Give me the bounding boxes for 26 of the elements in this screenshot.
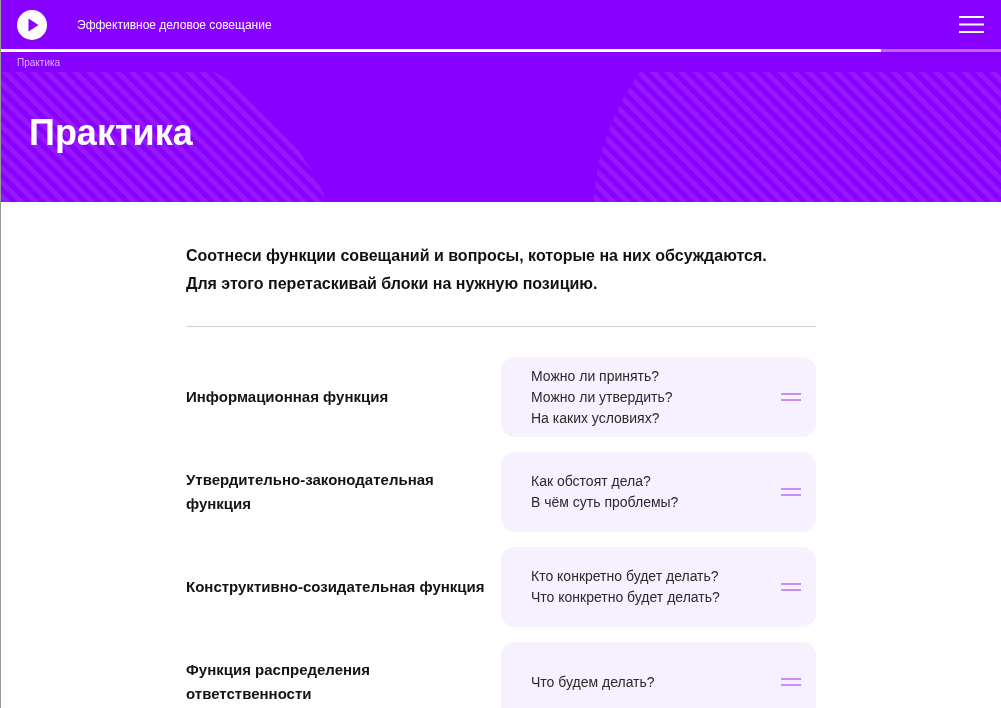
- function-label: Информационная функция: [186, 387, 390, 407]
- instructions-text: Соотнеси функции совещаний и вопросы, которые на них обсуждаются. Для этого перетаскивай блоки на нужную позицию.: [186, 246, 768, 294]
- question-text: Что будем делать?: [531, 672, 656, 692]
- play-icon[interactable]: [17, 9, 47, 40]
- drag-handle-icon[interactable]: [781, 488, 801, 496]
- question-text: Можно ли утвердить?: [531, 387, 674, 407]
- course-title: Эффективное деловое совещание: [77, 17, 273, 32]
- menu-icon[interactable]: [959, 15, 984, 33]
- breadcrumb-text: Практика: [17, 56, 61, 68]
- question-text: На каких условиях?: [531, 408, 661, 428]
- draggable-card[interactable]: Кто конкретно будет делать? Что конкретно будет делать?: [501, 547, 816, 627]
- question-text: Кто конкретно будет делать?: [531, 567, 720, 586]
- draggable-card[interactable]: Что будем делать?: [501, 642, 816, 708]
- function-label: Утвердительно-законодательная функция: [186, 470, 435, 514]
- drag-handle-icon[interactable]: [781, 393, 801, 401]
- page-title: Практика: [29, 112, 193, 154]
- function-label: Конструктивно-созидательная функция: [186, 577, 486, 597]
- question-text: Что конкретно будет делать?: [531, 588, 721, 607]
- drag-handle-icon[interactable]: [781, 678, 801, 686]
- drag-handle-icon[interactable]: [781, 583, 801, 591]
- draggable-card[interactable]: Можно ли принять? Можно ли утвердить? На каких условиях?: [501, 357, 816, 437]
- function-label: Функция распределения ответственности: [186, 660, 372, 704]
- question-text: В чём суть проблемы?: [531, 493, 680, 512]
- question-text: Как обстоят дела?: [531, 472, 652, 491]
- question-text: Можно ли принять?: [531, 366, 661, 386]
- draggable-card[interactable]: Как обстоят дела? В чём суть проблемы?: [501, 452, 816, 532]
